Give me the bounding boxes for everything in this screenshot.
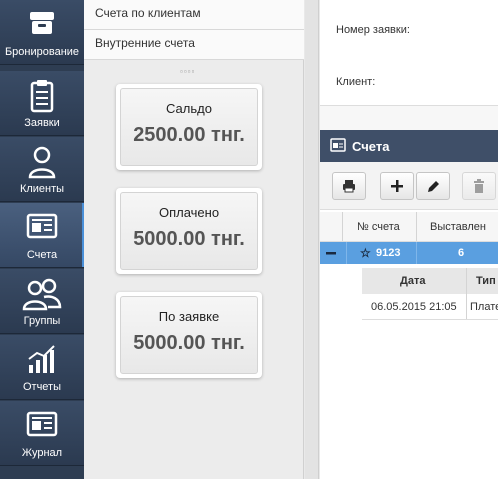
panel-title: Счета	[352, 138, 390, 154]
column-splitter[interactable]	[305, 0, 319, 479]
accounts-panel: Счета № счета Выставлен ☆ 9123 6 Дата Ти…	[320, 130, 498, 479]
newspaper-icon	[330, 137, 346, 155]
card-title: Оплачено	[158, 205, 220, 220]
accounts-toolbar	[320, 162, 498, 210]
print-button[interactable]	[332, 172, 366, 200]
nav-label: Заявки	[24, 117, 60, 129]
user-icon	[0, 145, 84, 181]
resize-handle[interactable]: ▫▫▫▫	[180, 67, 195, 76]
nav-item-journal[interactable]: Журнал	[0, 401, 84, 466]
card-title: По заявке	[158, 309, 220, 324]
card-title: Сальдо	[166, 101, 212, 116]
order-number-label: Номер заявки:	[336, 24, 410, 36]
payment-date: 06.05.2015 21:05	[371, 301, 457, 313]
nav-item-reports[interactable]: Отчеты	[0, 335, 84, 400]
delete-button[interactable]	[462, 172, 496, 200]
balance-card: Сальдо 2500.00 тнг.	[116, 84, 262, 170]
add-button[interactable]	[380, 172, 414, 200]
accounts-table-header: № счета Выставлен	[320, 212, 498, 242]
accounts-panel-header: Счета	[320, 130, 498, 162]
card-value: 2500.00 тнг.	[133, 124, 245, 146]
column-header-number[interactable]: № счета	[357, 221, 400, 233]
nav-item-orders[interactable]: Заявки	[0, 71, 84, 136]
order-detail-panel: Номер заявки: Клиент: Счета № счета Выст…	[320, 0, 498, 479]
nav-label: Журнал	[21, 447, 63, 459]
nav-label: Клиенты	[19, 183, 65, 195]
submenu-accounts-by-client[interactable]: Счета по клиентам	[84, 0, 304, 30]
users-group-icon	[0, 277, 84, 313]
trash-icon	[474, 179, 484, 193]
payment-type: Плате	[470, 301, 498, 313]
nav-label: Отчеты	[22, 381, 62, 393]
card-value: 5000.00 тнг.	[133, 332, 245, 354]
collapse-icon[interactable]	[326, 246, 336, 260]
printer-icon	[343, 180, 355, 193]
table-row[interactable]: 06.05.2015 21:05 Плате	[362, 294, 498, 320]
column-header-date[interactable]: Дата	[400, 275, 425, 287]
clipboard-icon	[0, 79, 84, 115]
journal-icon	[0, 409, 84, 445]
submenu-internal-accounts[interactable]: Внутренние счета	[84, 30, 304, 60]
nav-item-booking[interactable]: Бронирование	[0, 0, 84, 65]
client-label: Клиент:	[336, 76, 376, 88]
account-number: 9123	[376, 247, 401, 259]
nav-label: Счета	[26, 249, 58, 261]
chart-icon	[0, 343, 84, 379]
nav-label: Группы	[23, 315, 61, 327]
nav-item-groups[interactable]: Группы	[0, 269, 84, 334]
edit-button[interactable]	[416, 172, 450, 200]
star-icon[interactable]: ☆	[360, 246, 371, 260]
archive-box-icon	[0, 8, 84, 44]
account-issued: 6	[458, 247, 465, 259]
pencil-icon	[427, 180, 439, 192]
newspaper-icon	[0, 211, 84, 247]
card-value: 5000.00 тнг.	[133, 228, 245, 250]
accounts-summary-column: Счета по клиентам Внутренние счета ▫▫▫▫ …	[84, 0, 304, 479]
per-order-card: По заявке 5000.00 тнг.	[116, 292, 262, 378]
payments-table-header: Дата Тип	[362, 268, 498, 294]
plus-icon	[391, 180, 403, 192]
table-row[interactable]: ☆ 9123 6	[320, 242, 498, 264]
column-header-issued[interactable]: Выставлен	[430, 221, 486, 233]
column-header-type[interactable]: Тип	[476, 275, 496, 287]
side-nav: Бронирование Заявки Клиенты Счета Группы…	[0, 0, 84, 479]
order-form: Номер заявки: Клиент:	[320, 0, 498, 106]
nav-label: Бронирование	[4, 46, 80, 58]
paid-card: Оплачено 5000.00 тнг.	[116, 188, 262, 274]
nav-item-accounts[interactable]: Счета	[0, 203, 84, 268]
nav-item-clients[interactable]: Клиенты	[0, 137, 84, 202]
